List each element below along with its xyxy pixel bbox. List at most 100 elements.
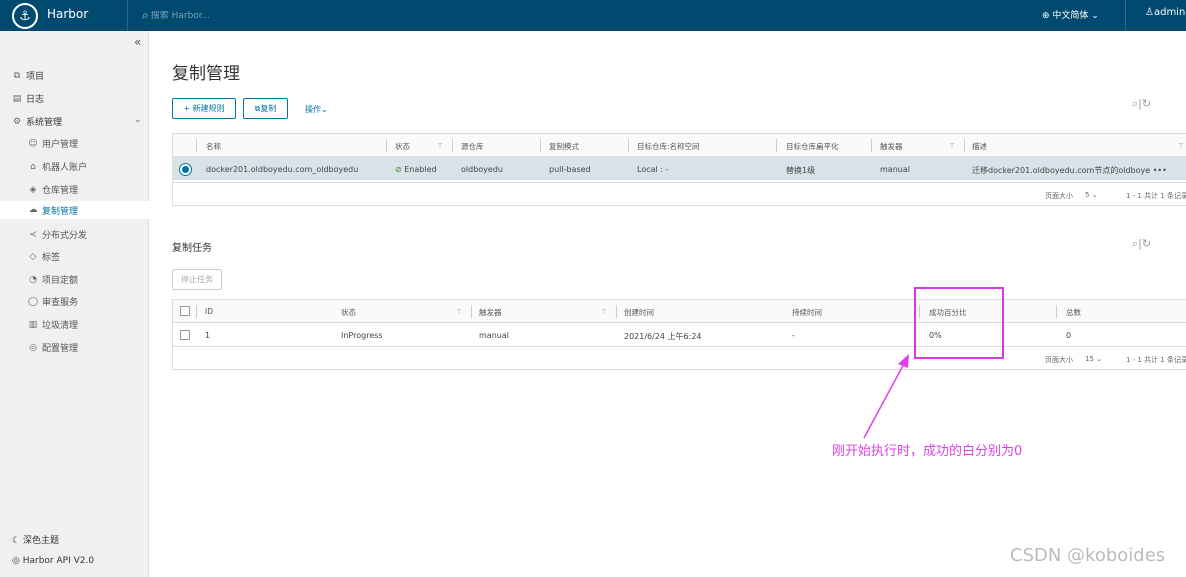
rule-target: Local : - (637, 165, 669, 174)
highlight-box (914, 287, 1004, 359)
sidebar-item-tags[interactable]: ◇ 标签 (28, 250, 60, 264)
new-rule-button[interactable]: + 新建规则 (172, 98, 236, 119)
audit-icon: ◯ (28, 296, 39, 307)
log-icon: ▤ (12, 93, 22, 104)
column-divider (964, 139, 965, 152)
language-selector[interactable]: ⊕ 中文简体 ⌄ (1042, 8, 1099, 21)
table-row[interactable]: 1 InProgress manual 2021/6/24 上午6:24 - 0… (173, 323, 1186, 346)
task-created: 2021/6/24 上午6:24 (624, 332, 702, 341)
chevron-down-icon: ⌄ (321, 105, 328, 114)
copy-button[interactable]: ⧉ 复制 (243, 98, 288, 119)
rule-trigger: manual (880, 165, 910, 174)
column-divider (628, 139, 629, 152)
col-target[interactable]: 目标仓库:名称空间 (637, 141, 700, 152)
collapse-sidebar-icon[interactable]: « (134, 35, 141, 49)
trash-icon: ▥ (28, 319, 38, 330)
refresh-icon[interactable]: ↻ (1142, 97, 1151, 110)
stop-task-button[interactable]: 停止任务 (172, 269, 222, 290)
sidebar-item-distribution[interactable]: ≺ 分布式分发 (28, 228, 87, 242)
task-trigger: manual (479, 331, 509, 340)
row-radio[interactable] (180, 164, 191, 175)
globe-icon: ⊕ (1042, 11, 1053, 21)
task-id[interactable]: 1 (205, 331, 210, 340)
sidebar-item-registries[interactable]: ◈ 仓库管理 (28, 183, 78, 197)
filter-icon[interactable]: ⊤ (456, 308, 462, 316)
search-input[interactable] (150, 10, 351, 21)
config-icon: ◎ (29, 342, 37, 353)
moon-icon: ☾ (12, 536, 23, 546)
col-created[interactable]: 创建时间 (624, 307, 654, 318)
pagination-summary: 1 - 1 共计 1 条记录 (1126, 192, 1186, 200)
sidebar-item-gc[interactable]: ▥ 垃圾清理 (28, 318, 78, 332)
col-source[interactable]: 源仓库 (461, 141, 484, 152)
api-link[interactable]: ◎ Harbor API V2.0 (12, 556, 94, 566)
sidebar-item-config[interactable]: ◎ 配置管理 (28, 341, 78, 355)
harbor-logo-icon[interactable]: ⚓ (12, 3, 38, 29)
rule-desc: 迁移docker201.oldboyedu.com节点的oldboye ••• (972, 166, 1167, 175)
tasks-table-header: ID 状态 ⊤ 触发器 ⊤ 创建时间 持续时间 成功百分比 总数 (173, 300, 1186, 323)
column-divider (196, 139, 197, 152)
col-trigger[interactable]: 触发器 (880, 141, 903, 152)
filter-icon[interactable]: ⊤ (1178, 142, 1184, 150)
col-flatten[interactable]: 目标仓库扁平化 (786, 141, 839, 152)
col-id[interactable]: ID (205, 307, 213, 316)
actions-dropdown[interactable]: 操作⌄ (305, 104, 328, 115)
sidebar-item-replication[interactable]: ☁ 复制管理 (0, 201, 149, 219)
filter-icon[interactable]: ⊤ (601, 308, 607, 316)
user-menu[interactable]: ♙admin (1145, 7, 1185, 18)
col-status[interactable]: 状态 (395, 141, 410, 152)
sidebar-item-projects[interactable]: ⧉ 项目 (12, 69, 44, 83)
filter-icon[interactable]: ⊤ (949, 142, 955, 150)
col-task-status[interactable]: 状态 (341, 307, 356, 318)
col-desc[interactable]: 描述 (972, 141, 987, 152)
sidebar-item-logs[interactable]: ▤ 日志 (12, 92, 44, 106)
brand-name[interactable]: Harbor (47, 7, 88, 21)
col-duration[interactable]: 持续时间 (792, 307, 822, 318)
column-divider (540, 139, 541, 152)
column-divider (871, 139, 872, 152)
search-icon[interactable]: ⌕ (1132, 237, 1138, 250)
col-total[interactable]: 总数 (1066, 307, 1081, 318)
rules-toolbar: ⌕|↻ (1132, 97, 1152, 110)
user-icon: ♙ (1145, 7, 1154, 18)
rules-pagination: 页面大小 5 ⌄ 1 - 1 共计 1 条记录 (173, 182, 1186, 206)
pagination-summary: 1 - 1 共计 1 条记录 (1126, 356, 1186, 364)
sidebar-item-users[interactable]: ☺ 用户管理 (28, 137, 78, 151)
search-icon[interactable]: ⌕ (1132, 97, 1138, 110)
chevron-down-icon[interactable]: ⌄ (134, 115, 142, 125)
rule-mode: pull-based (549, 165, 591, 174)
annotation-text: 刚开始执行时，成功的白分别为0 (832, 444, 1023, 459)
column-divider (616, 305, 617, 318)
global-search[interactable]: ⌕ (127, 0, 427, 31)
task-duration: - (792, 331, 795, 340)
sidebar: « ⧉ 项目 ▤ 日志 ⚙ 系统管理 ⌄ ☺ 用户管理 ⌂ 机器人账户 ◈ 仓库管理 ☁ 复制… (0, 31, 149, 577)
search-icon: ⌕ (142, 8, 149, 22)
column-divider (196, 305, 197, 318)
row-checkbox[interactable] (180, 330, 190, 340)
sidebar-item-quotas[interactable]: ◔ 项目定额 (28, 273, 78, 287)
check-circle-icon: ⊘ (395, 165, 405, 174)
api-icon: ◎ (12, 556, 23, 566)
refresh-icon[interactable]: ↻ (1142, 237, 1151, 250)
sidebar-item-audit[interactable]: ◯ 审查服务 (28, 295, 78, 309)
registry-icon: ◈ (29, 184, 37, 195)
header-divider (1125, 0, 1126, 31)
select-all-checkbox[interactable] (180, 306, 190, 316)
page-size-select[interactable]: 15 ⌄ (1085, 355, 1102, 363)
tasks-toolbar: ⌕|↻ (1132, 237, 1152, 250)
page-size-label: 页面大小 (1045, 192, 1073, 200)
col-name[interactable]: 名称 (206, 141, 221, 152)
rule-name[interactable]: docker201.oldboyedu.com_oldboyedu (206, 165, 358, 174)
column-divider (471, 305, 472, 318)
task-status: InProgress (341, 331, 383, 340)
page-size-select[interactable]: 5 ⌄ (1085, 191, 1098, 199)
dark-theme-toggle[interactable]: ☾ 深色主题 (12, 533, 59, 546)
annotation-arrow (863, 354, 909, 439)
filter-icon[interactable]: ⊤ (437, 142, 443, 150)
main-content: 复制管理 + 新建规则 ⧉ 复制 操作⌄ ⌕|↻ 名称 状态 ⊤ 源仓库 复制模… (149, 31, 1186, 577)
sidebar-item-robots[interactable]: ⌂ 机器人账户 (28, 160, 87, 174)
sidebar-item-admin[interactable]: ⚙ 系统管理 (12, 115, 62, 129)
col-task-trigger[interactable]: 触发器 (479, 307, 502, 318)
table-row[interactable]: docker201.oldboyedu.com_oldboyedu ⊘ Enab… (173, 157, 1186, 180)
col-mode[interactable]: 复制模式 (549, 141, 579, 152)
